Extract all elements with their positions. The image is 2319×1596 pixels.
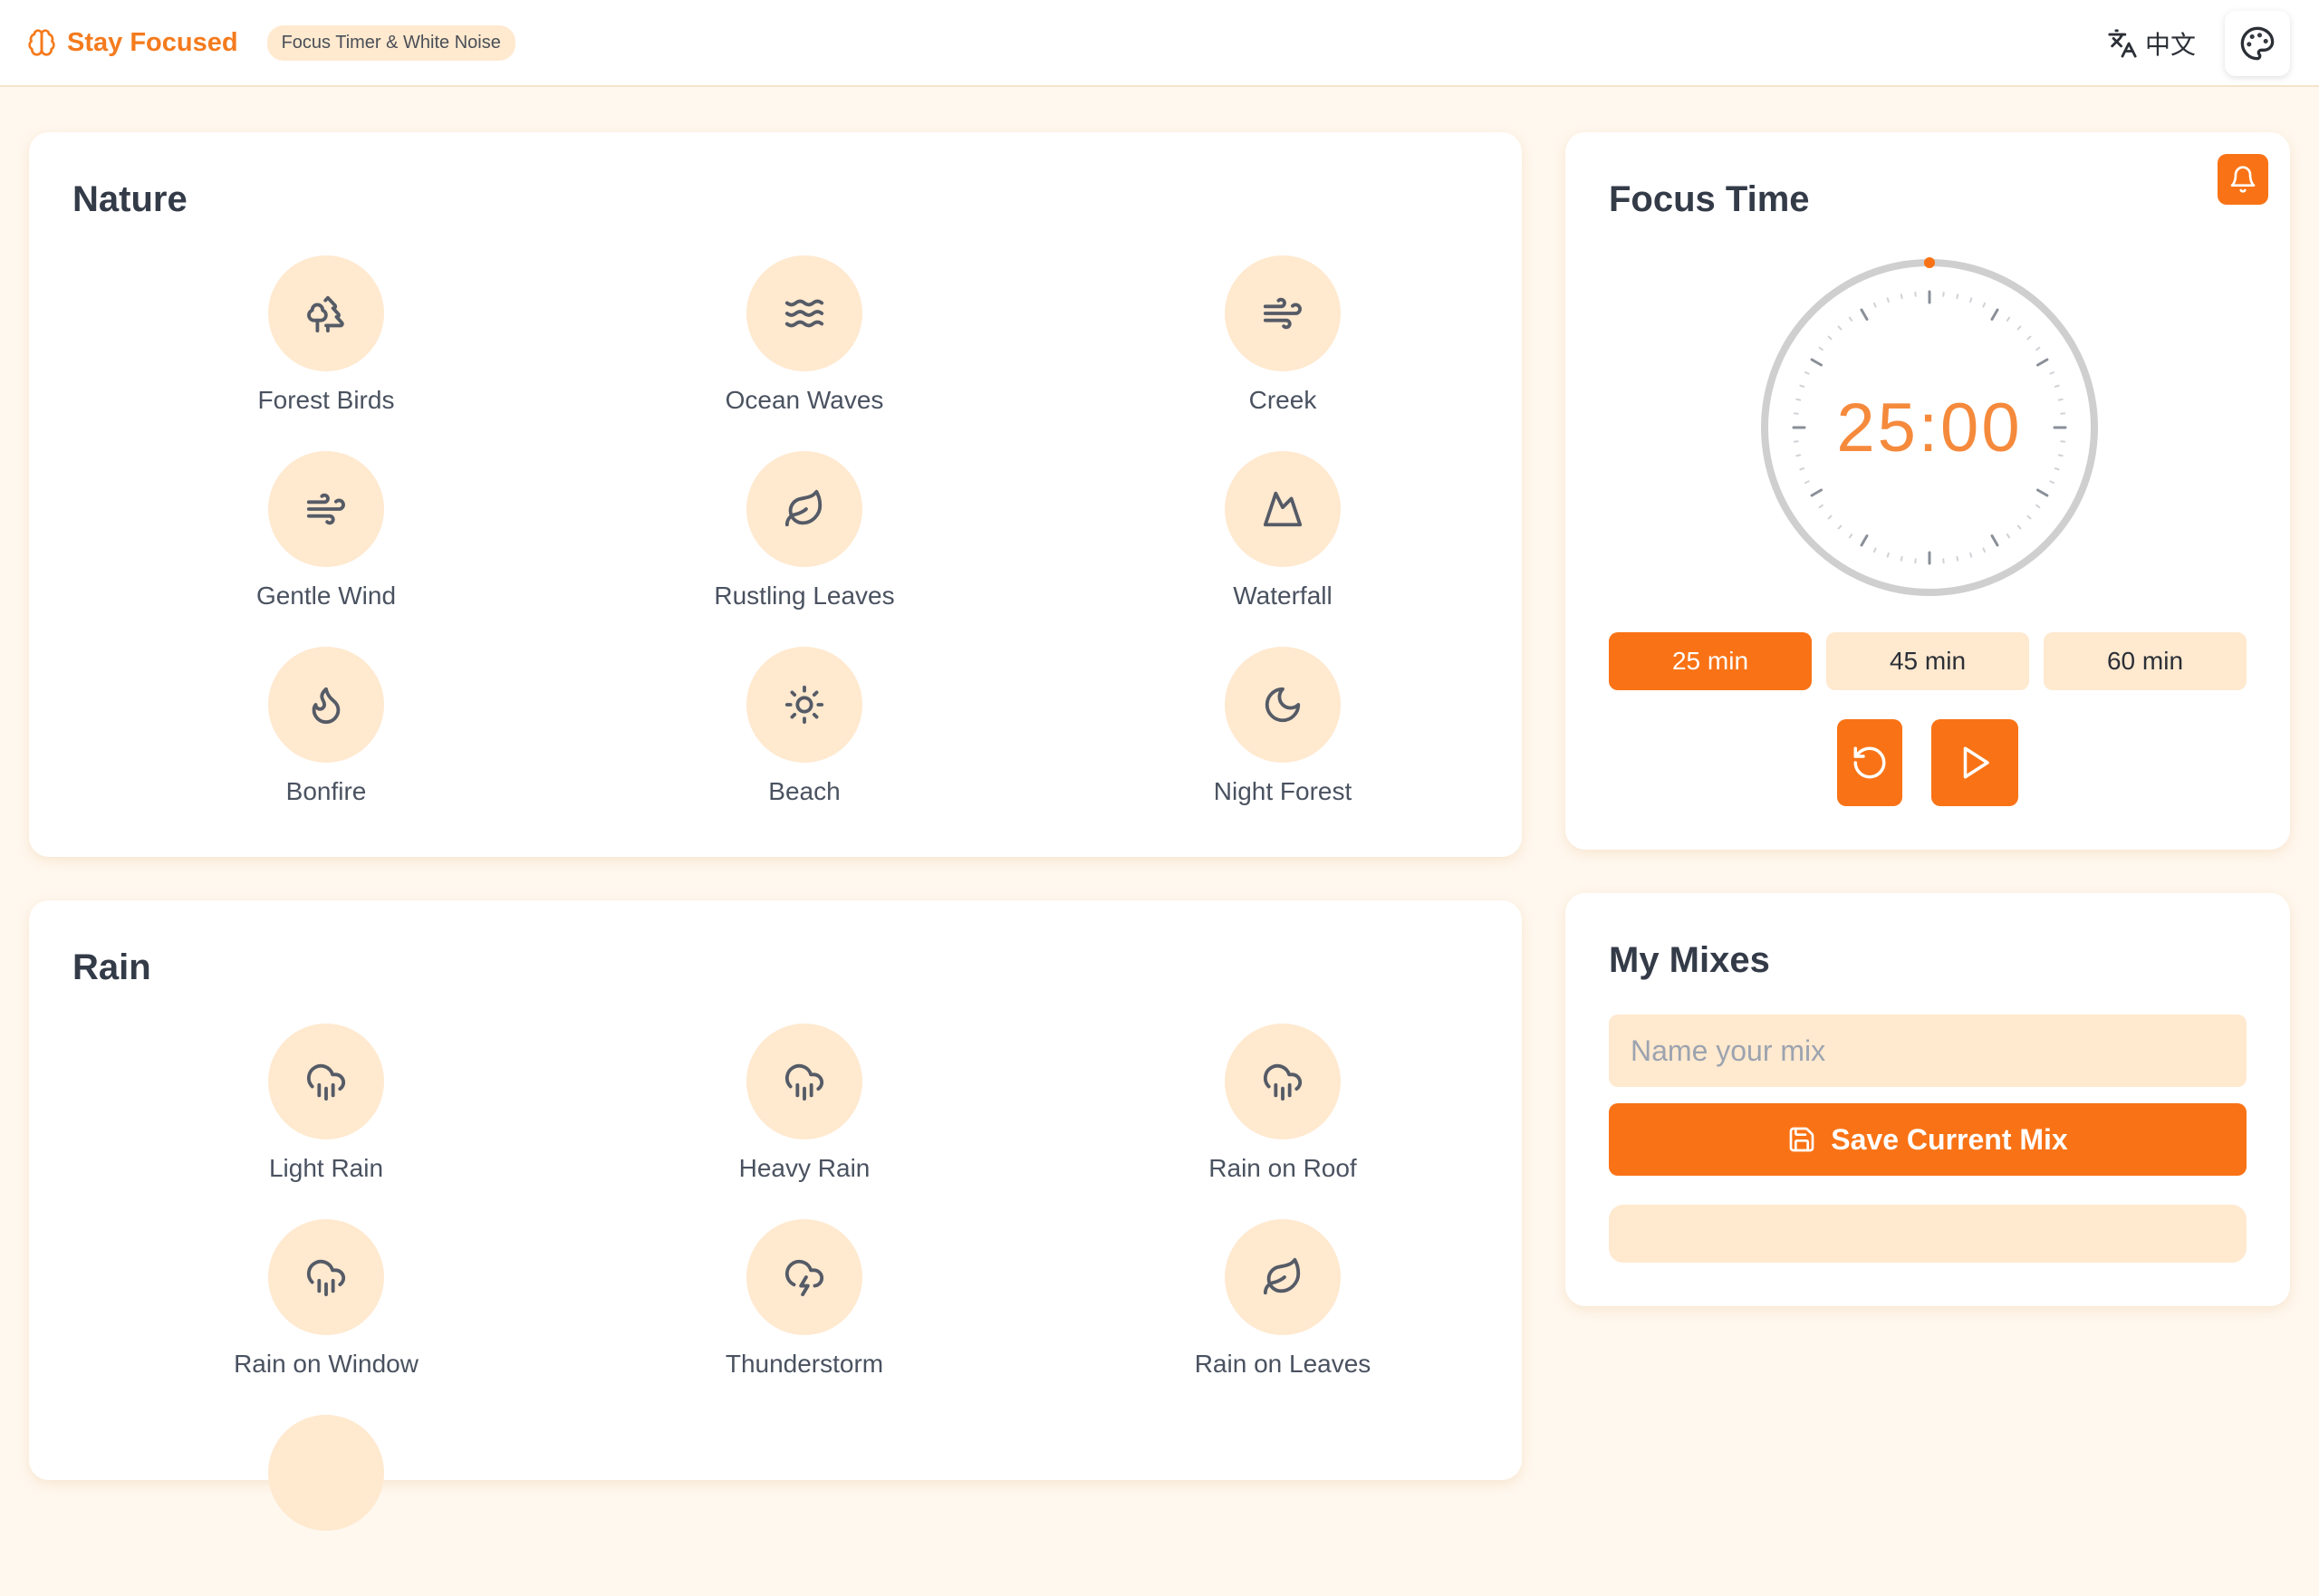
save-icon — [1787, 1125, 1816, 1154]
sound-light-rain[interactable]: Light Rain — [91, 1024, 562, 1205]
sound-heavy-rain[interactable]: Heavy Rain — [569, 1024, 1040, 1205]
sound-label: Forest Birds — [91, 386, 562, 415]
focus-timer-card: Focus Time 25:00 25 min 45 min 60 min — [1565, 132, 2290, 850]
cloud-rain-icon — [784, 1061, 825, 1102]
cloud-rain-icon — [305, 1061, 347, 1102]
moon-icon — [1262, 684, 1304, 726]
sound-toggle[interactable] — [268, 647, 384, 763]
trees-icon — [305, 293, 347, 334]
sound-beach[interactable]: Beach — [569, 647, 1040, 828]
mixes-title: My Mixes — [1609, 940, 1770, 981]
nature-card: Nature Forest Birds Ocean Waves — [29, 132, 1522, 857]
sound-label: Light Rain — [91, 1154, 562, 1183]
sound-toggle[interactable] — [268, 1219, 384, 1335]
sound-rain-on-window[interactable]: Rain on Window — [91, 1219, 562, 1400]
palette-icon — [2239, 25, 2276, 62]
wind-icon — [305, 488, 347, 530]
saved-mixes-list — [1609, 1205, 2247, 1263]
sound-rustling-leaves[interactable]: Rustling Leaves — [569, 451, 1040, 632]
sound-toggle[interactable] — [1225, 1219, 1341, 1335]
sound-forest-birds[interactable]: Forest Birds — [91, 255, 562, 437]
notification-button[interactable] — [2218, 154, 2268, 205]
sound-toggle[interactable] — [1225, 1024, 1341, 1139]
sound-gentle-wind[interactable]: Gentle Wind — [91, 451, 562, 632]
sound-label: Ocean Waves — [569, 386, 1040, 415]
sound-label: Bonfire — [91, 777, 562, 806]
sound-label: Beach — [569, 777, 1040, 806]
sound-label: Heavy Rain — [569, 1154, 1040, 1183]
cloud-lightning-icon — [784, 1256, 825, 1298]
sound-rain-on-leaves[interactable]: Rain on Leaves — [1047, 1219, 1518, 1400]
leaf-icon — [1262, 1256, 1304, 1298]
sound-label: Rustling Leaves — [569, 582, 1040, 611]
sound-label: Thunderstorm — [569, 1350, 1040, 1379]
app-header: Stay Focused Focus Timer & White Noise 中… — [0, 0, 2319, 87]
sound-toggle[interactable] — [1225, 647, 1341, 763]
sound-ocean-waves[interactable]: Ocean Waves — [569, 255, 1040, 437]
reset-button[interactable] — [1837, 719, 1902, 806]
sound-label: Rain on Window — [91, 1350, 562, 1379]
sound-toggle[interactable] — [746, 1219, 862, 1335]
wind-icon — [1262, 293, 1304, 334]
sound-toggle[interactable] — [1225, 451, 1341, 567]
cloud-rain-icon — [1262, 1061, 1304, 1102]
sound-label: Waterfall — [1047, 582, 1518, 611]
app-tagline-badge: Focus Timer & White Noise — [267, 25, 515, 61]
sound-label: Night Forest — [1047, 777, 1518, 806]
rotate-ccw-icon — [1851, 744, 1889, 782]
sound-label: Gentle Wind — [91, 582, 562, 611]
sound-night-forest[interactable]: Night Forest — [1047, 647, 1518, 828]
sound-bonfire[interactable]: Bonfire — [91, 647, 562, 828]
nature-section-title: Nature — [72, 179, 188, 220]
sound-label: Rain on Roof — [1047, 1154, 1518, 1183]
preset-60-min[interactable]: 60 min — [2044, 632, 2247, 690]
save-mix-label: Save Current Mix — [1831, 1123, 2067, 1157]
bell-icon — [2228, 165, 2257, 194]
sound-toggle[interactable] — [268, 255, 384, 371]
leaf-icon — [784, 488, 825, 530]
mix-name-input[interactable] — [1609, 1014, 2247, 1087]
flame-icon — [305, 684, 347, 726]
rain-section-title: Rain — [72, 947, 151, 988]
sound-toggle[interactable] — [268, 1024, 384, 1139]
preset-25-min[interactable]: 25 min — [1609, 632, 1812, 690]
sound-toggle[interactable] — [268, 1415, 384, 1531]
brain-icon — [27, 28, 56, 57]
duration-presets: 25 min 45 min 60 min — [1609, 632, 2247, 690]
timer-dial: 25:00 — [1757, 255, 2102, 600]
app-title: Stay Focused — [67, 28, 238, 58]
theme-button[interactable] — [2225, 11, 2290, 76]
sound-creek[interactable]: Creek — [1047, 255, 1518, 437]
language-toggle-button[interactable]: 中文 — [2107, 25, 2196, 62]
sound-toggle[interactable] — [268, 451, 384, 567]
brand: Stay Focused Focus Timer & White Noise — [27, 25, 515, 61]
timer-title: Focus Time — [1609, 179, 1810, 220]
sound-toggle[interactable] — [1225, 255, 1341, 371]
save-mix-button[interactable]: Save Current Mix — [1609, 1103, 2247, 1176]
sound-toggle[interactable] — [746, 255, 862, 371]
cloud-rain-icon — [305, 1256, 347, 1298]
sound-label: Creek — [1047, 386, 1518, 415]
sound-toggle[interactable] — [746, 1024, 862, 1139]
rain-card: Rain Light Rain Heavy Rain — [29, 900, 1522, 1480]
waves-icon — [784, 293, 825, 334]
sound-rain-on-roof[interactable]: Rain on Roof — [1047, 1024, 1518, 1205]
sun-icon — [784, 684, 825, 726]
play-button[interactable] — [1931, 719, 2018, 806]
sound-label: Rain on Leaves — [1047, 1350, 1518, 1379]
sound-toggle[interactable] — [746, 647, 862, 763]
translate-icon — [2107, 28, 2138, 59]
my-mixes-card: My Mixes Save Current Mix — [1565, 893, 2290, 1306]
language-label: 中文 — [2145, 25, 2196, 62]
sound-toggle[interactable] — [746, 451, 862, 567]
sound-waterfall[interactable]: Waterfall — [1047, 451, 1518, 632]
timer-display: 25:00 — [1757, 255, 2102, 600]
preset-45-min[interactable]: 45 min — [1826, 632, 2029, 690]
sound-next-row[interactable] — [91, 1415, 562, 1596]
sound-thunderstorm[interactable]: Thunderstorm — [569, 1219, 1040, 1400]
mountain-icon — [1262, 488, 1304, 530]
play-icon — [1956, 744, 1994, 782]
